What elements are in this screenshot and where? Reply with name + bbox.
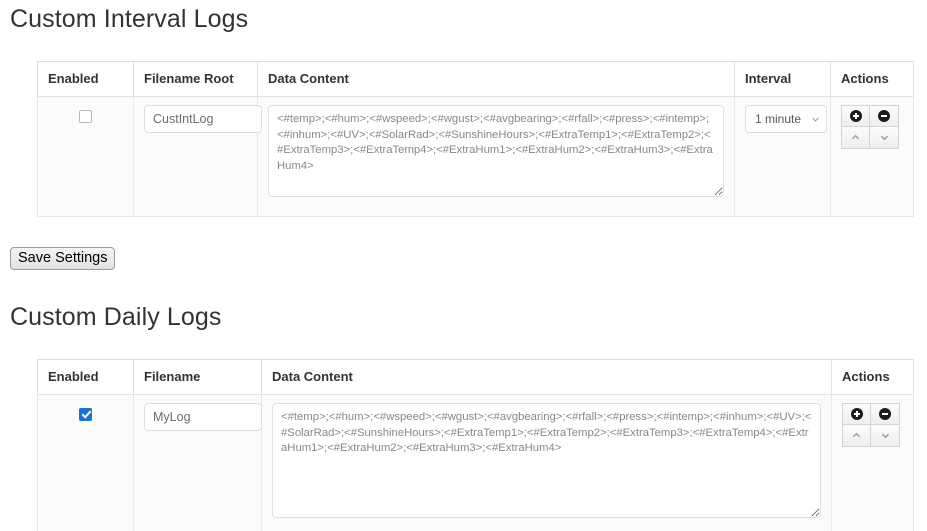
column-header-filename-root: Filename Root	[134, 62, 258, 97]
move-down-button[interactable]	[870, 127, 899, 149]
interval-select-wrapper: 1 minute	[745, 105, 827, 133]
chevron-down-icon	[881, 431, 890, 440]
table-row: <#temp>;<#hum>;<#wspeed>;<#wgust>;<#avgb…	[38, 395, 914, 531]
data-content-textarea-interval[interactable]: <#temp>;<#hum>;<#wspeed>;<#wgust>;<#avgb…	[268, 105, 724, 197]
cell-actions	[832, 395, 914, 531]
interval-header-row: Enabled Filename Root Data Content Inter…	[38, 62, 914, 97]
custom-interval-logs-table: Enabled Filename Root Data Content Inter…	[37, 61, 914, 217]
plus-circle-icon	[850, 110, 862, 122]
minus-circle-icon	[879, 408, 891, 420]
column-header-data-content: Data Content	[262, 360, 832, 395]
data-content-textarea-daily[interactable]: <#temp>;<#hum>;<#wspeed>;<#wgust>;<#avgb…	[272, 403, 821, 518]
move-down-button[interactable]	[871, 425, 900, 447]
cell-filename-root	[134, 97, 258, 217]
custom-daily-logs-title: Custom Daily Logs	[10, 303, 222, 332]
enabled-checkbox-interval[interactable]	[79, 110, 92, 123]
column-header-interval: Interval	[735, 62, 831, 97]
cell-interval: 1 minute	[735, 97, 831, 217]
cell-enabled	[38, 97, 134, 217]
column-header-actions: Actions	[832, 360, 914, 395]
row-actions-daily	[842, 403, 900, 447]
filename-input[interactable]	[144, 403, 262, 431]
interval-table-body: <#temp>;<#hum>;<#wspeed>;<#wgust>;<#avgb…	[38, 97, 914, 217]
add-row-button[interactable]	[841, 105, 870, 127]
row-actions-interval	[841, 105, 899, 149]
table-row: <#temp>;<#hum>;<#wspeed>;<#wgust>;<#avgb…	[38, 97, 914, 217]
filename-root-input[interactable]	[144, 105, 262, 133]
cell-enabled	[38, 395, 134, 531]
column-header-enabled: Enabled	[38, 62, 134, 97]
column-header-enabled: Enabled	[38, 360, 134, 395]
cell-filename	[134, 395, 262, 531]
enabled-checkbox-daily[interactable]	[79, 408, 92, 421]
add-row-button[interactable]	[842, 403, 871, 425]
custom-interval-logs-title: Custom Interval Logs	[10, 5, 248, 34]
daily-table-header: Enabled Filename Data Content Actions	[38, 360, 914, 395]
daily-table-body: <#temp>;<#hum>;<#wspeed>;<#wgust>;<#avgb…	[38, 395, 914, 531]
minus-circle-icon	[878, 110, 890, 122]
move-up-button[interactable]	[841, 127, 870, 149]
column-header-actions: Actions	[831, 62, 914, 97]
chevron-up-icon	[852, 431, 861, 440]
settings-page: Custom Interval Logs Enabled Filename Ro…	[0, 0, 927, 531]
cell-data-content: <#temp>;<#hum>;<#wspeed>;<#wgust>;<#avgb…	[262, 395, 832, 531]
save-settings-button[interactable]: Save Settings	[10, 247, 115, 270]
column-header-data-content: Data Content	[258, 62, 735, 97]
chevron-up-icon	[851, 133, 860, 142]
custom-daily-logs-table: Enabled Filename Data Content Actions <#…	[37, 359, 914, 531]
column-header-filename: Filename	[134, 360, 262, 395]
interval-select[interactable]: 1 minute	[745, 105, 827, 133]
move-up-button[interactable]	[842, 425, 871, 447]
interval-table-header: Enabled Filename Root Data Content Inter…	[38, 62, 914, 97]
cell-actions	[831, 97, 914, 217]
remove-row-button[interactable]	[871, 403, 900, 425]
daily-header-row: Enabled Filename Data Content Actions	[38, 360, 914, 395]
cell-data-content: <#temp>;<#hum>;<#wspeed>;<#wgust>;<#avgb…	[258, 97, 735, 217]
chevron-down-icon	[880, 133, 889, 142]
plus-circle-icon	[851, 408, 863, 420]
remove-row-button[interactable]	[870, 105, 899, 127]
